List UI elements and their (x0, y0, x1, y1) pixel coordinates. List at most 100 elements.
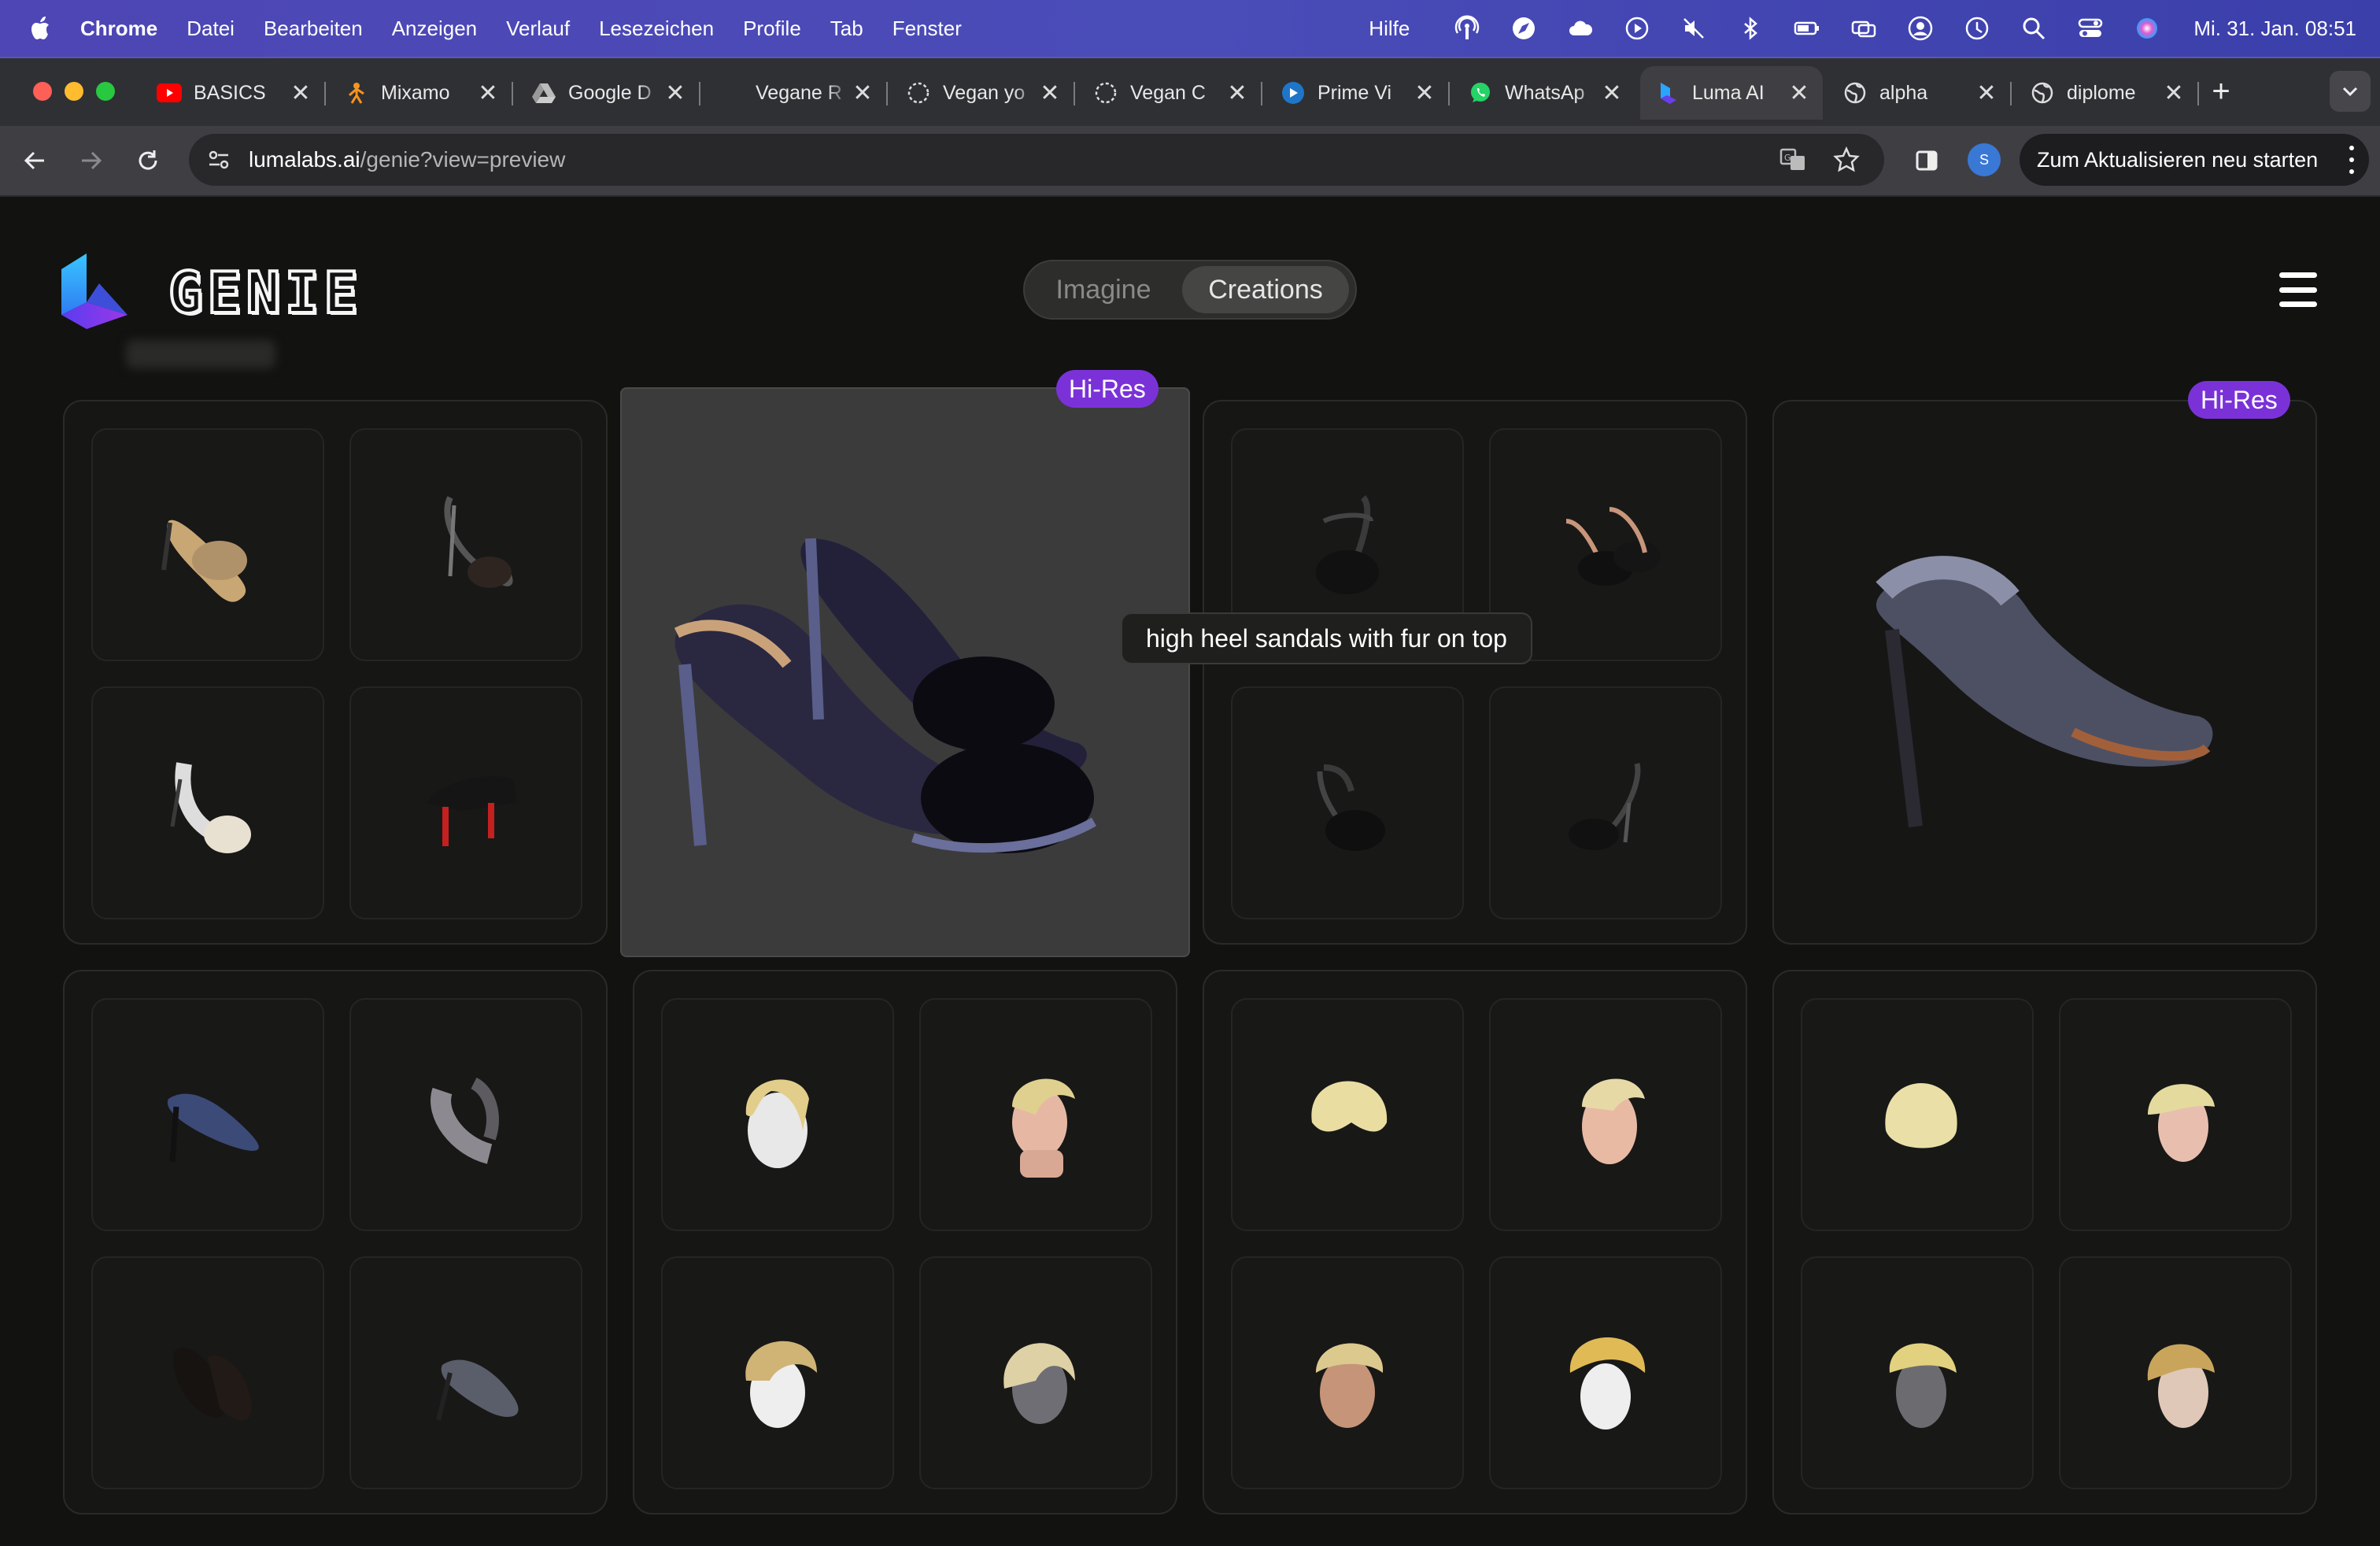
browser-tab-strip: BASICS ✕ Mixamo ✕ Google D ✕ Vegane R ✕ … (0, 57, 2380, 128)
menu-tab[interactable]: Tab (830, 17, 863, 41)
back-button[interactable] (17, 143, 52, 178)
creation-card[interactable] (1203, 970, 1747, 1515)
hamburger-menu-icon[interactable] (2279, 272, 2317, 307)
shoe-fur-tan-thumbnail[interactable] (91, 428, 324, 661)
airdrop-icon[interactable] (1454, 15, 1480, 42)
shoe-dark-strap-thumbnail[interactable] (349, 428, 582, 661)
menu-bearbeiten[interactable]: Bearbeiten (264, 17, 363, 41)
tab-basics[interactable]: BASICS ✕ (142, 66, 326, 120)
featured-creation-preview[interactable] (620, 387, 1190, 957)
icloud-icon[interactable] (1567, 15, 1594, 42)
blonde-wig-front-thumbnail[interactable] (1231, 998, 1464, 1231)
tab-vegan-yo[interactable]: Vegan yo ✕ (891, 66, 1075, 120)
shoe-blue-fur-pump-thumbnail[interactable] (91, 998, 324, 1231)
menu-verlauf[interactable]: Verlauf (506, 17, 570, 41)
profile-avatar[interactable]: S (1968, 143, 2001, 176)
tab-imagine[interactable]: Imagine (1031, 266, 1176, 313)
tab-search-button[interactable] (2330, 71, 2371, 112)
tab-whatsapp[interactable]: WhatsAp ✕ (1453, 66, 1635, 120)
blonde-slick-hair-thumbnail[interactable] (2059, 1256, 2292, 1489)
menu-profile[interactable]: Profile (743, 17, 801, 41)
tab-prime-video[interactable]: Prime Vi ✕ (1266, 66, 1450, 120)
tab-close-icon[interactable]: ✕ (663, 80, 688, 107)
siri-icon[interactable] (2134, 15, 2160, 42)
blonde-wig-bust-thumbnail[interactable] (919, 998, 1152, 1231)
blonde-wig-back-thumbnail[interactable] (1801, 998, 2034, 1231)
speaker-muted-icon[interactable] (1680, 15, 1707, 42)
menu-app-chrome[interactable]: Chrome (80, 17, 157, 41)
shoe-grey-fur-pair-thumbnail[interactable] (349, 998, 582, 1231)
luma-logo-icon[interactable] (57, 252, 132, 331)
blonde-hair-grey-profile-thumbnail[interactable] (1801, 1256, 2034, 1489)
tab-vegan-c[interactable]: Vegan C ✕ (1078, 66, 1262, 120)
more-menu-icon[interactable] (2349, 146, 2355, 174)
spotlight-search-icon[interactable] (2020, 15, 2047, 42)
side-panel-button[interactable] (1909, 143, 1944, 178)
tab-close-icon[interactable]: ✕ (1974, 80, 1999, 107)
creation-card[interactable] (63, 400, 608, 945)
creation-card[interactable] (1203, 400, 1747, 945)
tab-close-icon[interactable]: ✕ (1037, 80, 1062, 107)
menu-hilfe[interactable]: Hilfe (1369, 17, 1410, 41)
blonde-wig-white-head-thumbnail[interactable] (661, 998, 894, 1231)
apple-icon[interactable] (25, 13, 57, 44)
bookmark-star-icon[interactable] (1831, 144, 1862, 176)
address-bar[interactable]: lumalabs.ai /genie?view=preview G (189, 134, 1884, 186)
shoe-black-platform-pair-thumbnail[interactable] (91, 1256, 324, 1489)
genie-wordmark[interactable]: GENIE (167, 258, 363, 327)
blonde-hair-pink-head-thumbnail[interactable] (1489, 998, 1722, 1231)
blonde-wig-side-thumbnail[interactable] (661, 1256, 894, 1489)
tab-vegane-rezepte[interactable]: Vegane R ✕ (704, 66, 888, 120)
restart-to-update-button[interactable]: Zum Aktualisieren neu starten (2020, 134, 2369, 186)
new-tab-button[interactable]: + (2204, 74, 2238, 109)
menu-lesezeichen[interactable]: Lesezeichen (599, 17, 714, 41)
tab-close-icon[interactable]: ✕ (1412, 80, 1437, 107)
compass-icon[interactable] (1510, 15, 1537, 42)
time-machine-icon[interactable] (1964, 15, 1990, 42)
forward-button[interactable] (74, 143, 109, 178)
shoe-white-fur-thumbnail[interactable] (91, 686, 324, 919)
creation-card[interactable] (1772, 400, 2317, 945)
tab-mixamo[interactable]: Mixamo ✕ (329, 66, 513, 120)
shoe-grey-pump-thumbnail[interactable] (349, 1256, 582, 1489)
site-settings-icon[interactable] (203, 144, 235, 176)
tab-close-icon[interactable]: ✕ (850, 80, 875, 107)
control-center-icon[interactable] (2077, 15, 2104, 42)
user-account-icon[interactable] (1907, 15, 1934, 42)
translate-icon[interactable]: G (1777, 144, 1809, 176)
creation-card[interactable] (633, 970, 1177, 1515)
tab-close-icon[interactable]: ✕ (2161, 80, 2186, 107)
bluetooth-icon[interactable] (1737, 15, 1764, 42)
tab-alpha[interactable]: alpha ✕ (1828, 66, 2012, 120)
tab-google-drive[interactable]: Google D ✕ (516, 66, 700, 120)
shoe-black-slingback-thumbnail[interactable] (1489, 686, 1722, 919)
tab-title: Vegan yo (943, 81, 1026, 104)
tab-close-icon[interactable]: ✕ (1787, 80, 1812, 107)
blonde-quiff-white-head-thumbnail[interactable] (1489, 1256, 1722, 1489)
reload-button[interactable] (131, 143, 165, 178)
blonde-wig-grey-head-thumbnail[interactable] (919, 1256, 1152, 1489)
battery-icon[interactable] (1794, 15, 1820, 42)
shoe-black-fur-side-thumbnail[interactable] (1231, 686, 1464, 919)
media-play-icon[interactable] (1624, 15, 1650, 42)
tab-close-icon[interactable]: ✕ (475, 80, 501, 107)
screen-mirroring-icon[interactable] (1850, 15, 1877, 42)
tab-diplome[interactable]: diplome ✕ (2015, 66, 2199, 120)
shoe-red-heel-thumbnail[interactable] (349, 686, 582, 919)
menu-datei[interactable]: Datei (187, 17, 235, 41)
menu-fenster[interactable]: Fenster (893, 17, 962, 41)
blonde-hair-tan-head-thumbnail[interactable] (1231, 1256, 1464, 1489)
window-close-button[interactable] (33, 82, 52, 101)
tab-close-icon[interactable]: ✕ (288, 80, 313, 107)
creation-card[interactable] (1772, 970, 2317, 1515)
tab-creations[interactable]: Creations (1182, 266, 1349, 313)
menu-anzeigen[interactable]: Anzeigen (392, 17, 477, 41)
menubar-clock[interactable]: Mi. 31. Jan. 08:51 (2193, 17, 2356, 41)
window-minimize-button[interactable] (65, 82, 83, 101)
window-zoom-button[interactable] (96, 82, 115, 101)
blonde-hair-profile-thumbnail[interactable] (2059, 998, 2292, 1231)
creation-card[interactable] (63, 970, 608, 1515)
tab-luma-ai[interactable]: Luma AI ✕ (1640, 66, 1823, 120)
tab-close-icon[interactable]: ✕ (1225, 80, 1250, 107)
tab-close-icon[interactable]: ✕ (1599, 80, 1624, 107)
